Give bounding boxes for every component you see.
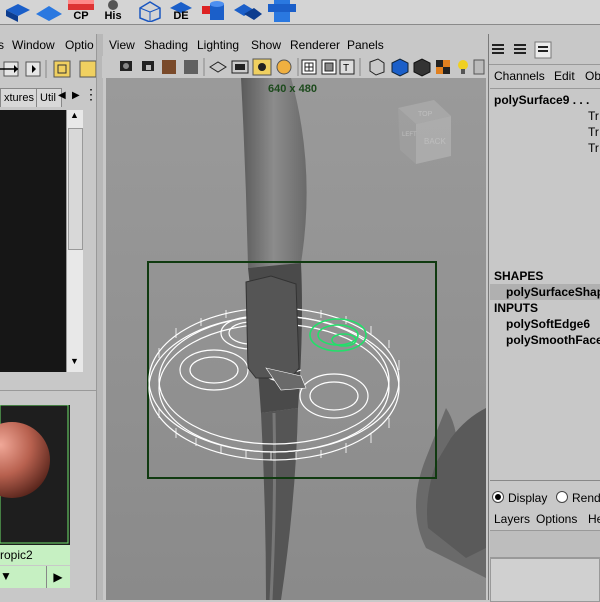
material-swatch-area[interactable] xyxy=(0,404,70,545)
inputs-header: INPUTS xyxy=(494,301,539,315)
layer-editor-toggle-icon[interactable] xyxy=(514,44,526,54)
grid-icon[interactable] xyxy=(209,61,227,73)
layer-list[interactable] xyxy=(490,558,600,602)
resolution-gate-icon[interactable] xyxy=(252,58,272,76)
channels-menu[interactable]: Channels xyxy=(494,69,545,83)
input-smooth-face[interactable]: polySmoothFace xyxy=(506,333,600,347)
graph-output-icon[interactable] xyxy=(25,61,41,77)
texture-icon[interactable]: T xyxy=(339,59,355,75)
shelf-history-label: His xyxy=(104,10,122,22)
object-menu[interactable]: Obj xyxy=(585,69,600,83)
render-radio[interactable] xyxy=(556,491,568,503)
more-tools-icon[interactable] xyxy=(473,59,485,75)
wire-cube-icon[interactable] xyxy=(134,0,164,23)
panel-divider[interactable] xyxy=(0,390,100,395)
light-bulb-icon[interactable] xyxy=(458,60,468,74)
boxes-icon[interactable] xyxy=(232,0,262,22)
layer-divider[interactable] xyxy=(490,480,600,481)
dark-cube-icon[interactable] xyxy=(413,58,431,77)
image-plane-icon[interactable] xyxy=(162,60,176,74)
pipe-icon[interactable] xyxy=(266,0,296,22)
vertical-scrollbar[interactable]: ▲ ▼ xyxy=(66,110,83,372)
scrollbar-thumb[interactable] xyxy=(68,128,83,250)
edit-menu[interactable]: Edit xyxy=(554,69,575,83)
graph-input-icon[interactable] xyxy=(0,61,19,77)
perspective-viewport[interactable]: 640 x 480 TOP BACK LEFT xyxy=(106,78,486,600)
left-toolbar xyxy=(0,58,100,80)
menu-view[interactable]: View xyxy=(109,38,135,52)
plane-icon[interactable] xyxy=(34,0,64,22)
viewcube-back: BACK xyxy=(424,137,446,146)
material-name-label[interactable]: ropic2 xyxy=(0,545,70,565)
viewport-toolbar: T xyxy=(102,56,488,78)
smooth-shade-icon[interactable] xyxy=(321,59,337,75)
input-soft-edge[interactable]: polySoftEdge6 xyxy=(506,317,590,331)
display-radio[interactable] xyxy=(492,491,504,503)
menu-shading[interactable]: Shading xyxy=(144,38,188,52)
options-menu[interactable]: Options xyxy=(536,512,577,526)
shelf-de-label: DE xyxy=(173,10,189,22)
layers-menu[interactable]: Layers xyxy=(494,512,530,526)
layer-editor: Display Rend Layers Options He xyxy=(490,486,600,602)
help-menu[interactable]: He xyxy=(588,512,600,526)
material-prev-icon[interactable]: ▼ xyxy=(0,569,12,583)
bookmark-icon[interactable] xyxy=(184,60,198,74)
wire-on-shaded-icon[interactable] xyxy=(369,58,385,76)
both-toggle-icon[interactable] xyxy=(534,41,552,59)
tab-scroll-right-icon[interactable]: ▶ xyxy=(72,90,84,104)
camera-lock-icon[interactable] xyxy=(142,61,154,71)
menu-show[interactable]: Show xyxy=(251,38,281,52)
resolution-label: 640 x 480 xyxy=(268,83,317,95)
shapes-header: SHAPES xyxy=(494,269,544,283)
shelf-cp-label: CP xyxy=(73,10,89,22)
channel-header-divider xyxy=(489,64,600,65)
viewcube-top: TOP xyxy=(418,111,433,118)
menu-renderer[interactable]: Renderer xyxy=(290,38,340,52)
gate-mask-icon[interactable] xyxy=(276,59,292,75)
scroll-down-icon[interactable]: ▼ xyxy=(70,356,79,366)
left-menu-window[interactable]: Window xyxy=(12,38,55,52)
shelf-de-button[interactable]: DE xyxy=(166,0,196,22)
viewcube-left: LEFT xyxy=(402,132,417,138)
translate-x-attr[interactable]: Tr xyxy=(588,109,599,123)
shape-name[interactable]: polySurfaceShap xyxy=(506,285,600,299)
layout-icon[interactable] xyxy=(53,60,71,78)
menu-lighting[interactable]: Lighting xyxy=(197,38,239,52)
translate-y-attr[interactable]: Tr xyxy=(588,125,599,139)
blade-mesh xyxy=(241,78,307,268)
shelf: CP His DE xyxy=(0,0,600,25)
display-label: Display xyxy=(508,491,548,505)
shelf-history-button[interactable]: His xyxy=(98,0,128,22)
object-name[interactable]: polySurface9 . . . xyxy=(494,93,589,107)
channel-box-toggle-icon[interactable] xyxy=(492,44,504,54)
menu-panels[interactable]: Panels xyxy=(347,38,384,52)
cube-icon[interactable] xyxy=(2,0,32,22)
translate-z-attr[interactable]: Tr xyxy=(588,141,599,155)
left-menu-fragment: s xyxy=(0,38,4,52)
wireframe-icon[interactable] xyxy=(301,59,317,75)
shape-row[interactable]: polySurfaceShap xyxy=(490,284,600,300)
left-menu-options[interactable]: Optio xyxy=(65,38,94,52)
view-cube[interactable]: TOP BACK LEFT xyxy=(398,100,451,164)
shaded-cube-icon[interactable] xyxy=(391,58,409,77)
hypershade-swatch-area[interactable] xyxy=(0,110,66,372)
material-nav: ▼ ▶ xyxy=(0,566,70,588)
channel-box: polySurface9 . . . Tr Tr Tr SHAPES polyS… xyxy=(490,88,600,479)
camera-icon[interactable] xyxy=(120,61,132,71)
layer-toolbar xyxy=(490,530,600,558)
viewport-menubar: View Shading Lighting Show Renderer Pane… xyxy=(102,34,488,56)
tab-textures[interactable]: xtures xyxy=(0,88,40,107)
left-tabbar: xtures Util ◀ ▶ ⋮ xyxy=(0,86,100,108)
shelf-cp-button[interactable]: CP xyxy=(66,0,96,22)
tab-scroll-left-icon[interactable]: ◀ xyxy=(58,90,70,104)
cylinder-icon[interactable] xyxy=(198,0,228,22)
render-label: Rend xyxy=(572,491,600,505)
film-gate-icon[interactable] xyxy=(231,60,249,74)
material-next-icon[interactable]: ▶ xyxy=(46,566,69,588)
layout2-icon[interactable] xyxy=(79,60,97,78)
pane-splitter[interactable] xyxy=(96,34,103,600)
scroll-up-icon[interactable]: ▲ xyxy=(70,110,79,120)
checker-icon[interactable] xyxy=(436,60,450,74)
svg-text:T: T xyxy=(343,63,349,74)
